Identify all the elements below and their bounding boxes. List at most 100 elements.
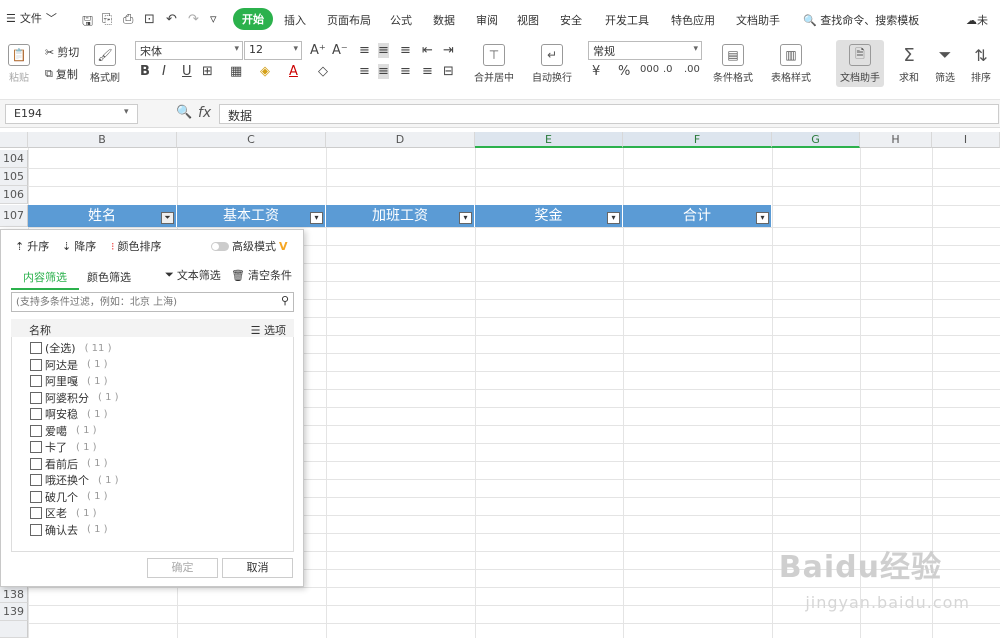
filter-dropdown-icon[interactable]: ▾ bbox=[607, 212, 620, 224]
tab-doc-assistant[interactable]: 文档助手 bbox=[736, 12, 780, 28]
tab-formula[interactable]: 公式 bbox=[390, 12, 412, 28]
name-box[interactable]: E194 bbox=[5, 104, 138, 124]
indent-increase-icon[interactable]: ⇥ bbox=[443, 43, 454, 58]
tab-data[interactable]: 数据 bbox=[433, 12, 455, 28]
distribute-icon[interactable]: ⊟ bbox=[443, 64, 454, 79]
col-header-d[interactable]: D bbox=[326, 132, 475, 148]
redo-icon[interactable]: ↷ bbox=[188, 12, 199, 27]
col-header-g[interactable]: G bbox=[772, 132, 860, 148]
select-all-corner[interactable] bbox=[0, 132, 28, 148]
sort-button[interactable]: ⇅ 排序 bbox=[970, 44, 992, 85]
font-family-select[interactable]: 宋体 bbox=[135, 41, 243, 60]
preview-icon[interactable]: ⊡ bbox=[144, 12, 155, 27]
filter-dropdown-icon[interactable]: ▾ bbox=[756, 212, 769, 224]
bold-icon[interactable]: B bbox=[140, 64, 150, 79]
col-header-f[interactable]: F bbox=[623, 132, 772, 148]
increase-font-icon[interactable]: A⁺ bbox=[310, 43, 326, 58]
paste-button[interactable]: 📋 粘贴 bbox=[8, 44, 30, 84]
format-painter-button[interactable]: 🖌 格式刷 bbox=[90, 44, 120, 84]
text-filter-button[interactable]: ⏷ 文本筛选 bbox=[165, 267, 221, 283]
col-header-e[interactable]: E bbox=[475, 132, 623, 148]
advanced-mode-toggle[interactable]: 高级模式 V bbox=[211, 238, 288, 254]
underline-icon[interactable]: U bbox=[182, 64, 192, 79]
tab-developer[interactable]: 开发工具 bbox=[605, 12, 649, 28]
undo-icon[interactable]: ↶ bbox=[166, 12, 177, 27]
italic-icon[interactable]: I bbox=[162, 64, 166, 79]
clear-conditions-button[interactable]: 🗑 清空条件 bbox=[231, 267, 292, 283]
increase-decimal-icon[interactable]: .0 bbox=[663, 64, 673, 75]
tab-insert[interactable]: 插入 bbox=[284, 12, 306, 28]
options-button[interactable]: ☰ 选项 bbox=[251, 322, 286, 338]
filter-search-input[interactable] bbox=[16, 295, 271, 309]
align-middle-icon[interactable]: ≡ bbox=[378, 43, 389, 58]
row-header[interactable]: 105 bbox=[0, 168, 28, 186]
filter-dropdown-icon[interactable]: ▾ bbox=[310, 212, 323, 224]
row-header[interactable]: 138 bbox=[0, 587, 28, 603]
header-cell-name[interactable]: 姓名 ⏷ bbox=[28, 205, 177, 227]
row-header[interactable]: 139 bbox=[0, 603, 28, 621]
col-header-i[interactable]: I bbox=[932, 132, 1000, 148]
header-cell-base-salary[interactable]: 基本工资 ▾ bbox=[177, 205, 326, 227]
print-icon[interactable]: ⎙ bbox=[123, 12, 133, 27]
sum-button[interactable]: Σ 求和 bbox=[898, 44, 920, 85]
formula-input[interactable]: 数据 bbox=[219, 104, 999, 124]
font-color-icon[interactable]: A bbox=[289, 64, 298, 79]
merge-center-button[interactable]: ⊤ 合并居中 bbox=[474, 44, 514, 84]
header-cell-overtime[interactable]: 加班工资 ▾ bbox=[326, 205, 475, 227]
decrease-decimal-icon[interactable]: .00 bbox=[684, 64, 700, 75]
row-header[interactable]: 106 bbox=[0, 186, 28, 204]
header-cell-bonus[interactable]: 奖金 ▾ bbox=[475, 205, 623, 227]
tab-content-filter[interactable]: 内容筛选 bbox=[11, 269, 79, 290]
col-header-b[interactable]: B bbox=[28, 132, 177, 148]
copy-button[interactable]: ⧉ 复制 bbox=[45, 66, 78, 82]
filter-dropdown-icon[interactable]: ▾ bbox=[459, 212, 472, 224]
border-icon[interactable]: ⊞ bbox=[202, 64, 213, 79]
justify-icon[interactable]: ≡ bbox=[422, 64, 433, 79]
row-header[interactable]: 107 bbox=[0, 205, 28, 227]
wrap-text-button[interactable]: ↵ 自动换行 bbox=[532, 44, 572, 84]
percent-icon[interactable]: % bbox=[618, 64, 630, 79]
save-icon[interactable]: 🖫 bbox=[82, 12, 93, 34]
tab-review[interactable]: 审阅 bbox=[476, 12, 498, 28]
confirm-button[interactable]: 确定 bbox=[147, 558, 218, 578]
row-header[interactable] bbox=[0, 621, 28, 638]
doc-assistant-button[interactable]: 🗎 文档助手 bbox=[836, 40, 884, 87]
tab-view[interactable]: 视图 bbox=[517, 12, 539, 28]
fill-style-icon[interactable]: ▦ bbox=[230, 64, 242, 79]
filter-search-box[interactable]: ⚲ bbox=[11, 292, 294, 312]
font-size-select[interactable]: 12 bbox=[244, 41, 302, 60]
conditional-format-button[interactable]: ▤ 条件格式 bbox=[713, 44, 753, 84]
align-top-icon[interactable]: ≡ bbox=[359, 43, 370, 58]
customize-icon[interactable]: ▿ bbox=[210, 12, 217, 27]
color-sort-button[interactable]: ⁝ 颜色排序 bbox=[111, 238, 162, 254]
export-icon[interactable]: ⎘ bbox=[102, 12, 112, 27]
filter-button[interactable]: ⏷ 筛选 bbox=[934, 44, 956, 84]
cloud-status[interactable]: ☁未 bbox=[966, 12, 988, 28]
tab-home[interactable]: 开始 bbox=[233, 8, 273, 30]
clear-format-icon[interactable]: ◇ bbox=[318, 64, 328, 79]
tab-color-filter[interactable]: 颜色筛选 bbox=[87, 269, 131, 285]
row-header[interactable]: 104 bbox=[0, 150, 28, 168]
file-menu[interactable]: ☰ 文件 ﹀ bbox=[6, 10, 57, 26]
indent-decrease-icon[interactable]: ⇤ bbox=[422, 43, 433, 58]
tab-security[interactable]: 安全 bbox=[560, 12, 582, 28]
align-left-icon[interactable]: ≡ bbox=[359, 64, 370, 79]
filter-active-icon[interactable]: ⏷ bbox=[161, 212, 174, 224]
search-icon[interactable]: ⚲ bbox=[281, 294, 289, 307]
tab-special[interactable]: 特色应用 bbox=[671, 12, 715, 28]
col-header-h[interactable]: H bbox=[860, 132, 932, 148]
chevron-down-icon[interactable]: ▾ bbox=[124, 107, 129, 117]
currency-icon[interactable]: ¥ bbox=[592, 64, 600, 79]
fx-button[interactable]: fx bbox=[198, 105, 211, 121]
command-search[interactable]: 🔍 查找命令、搜索模板 bbox=[803, 12, 919, 28]
align-center-icon[interactable]: ≡ bbox=[378, 64, 389, 79]
table-style-button[interactable]: ▥ 表格样式 bbox=[771, 44, 811, 84]
tab-page-layout[interactable]: 页面布局 bbox=[327, 12, 371, 28]
sort-desc-button[interactable]: ⇣ 降序 bbox=[62, 238, 96, 254]
cancel-button[interactable]: 取消 bbox=[222, 558, 293, 578]
align-right-icon[interactable]: ≡ bbox=[400, 64, 411, 79]
cut-button[interactable]: ✂ 剪切 bbox=[45, 44, 79, 60]
header-cell-total[interactable]: 合计 ▾ bbox=[623, 205, 772, 227]
fill-color-icon[interactable]: ◈ bbox=[260, 64, 270, 79]
align-bottom-icon[interactable]: ≡ bbox=[400, 43, 411, 58]
